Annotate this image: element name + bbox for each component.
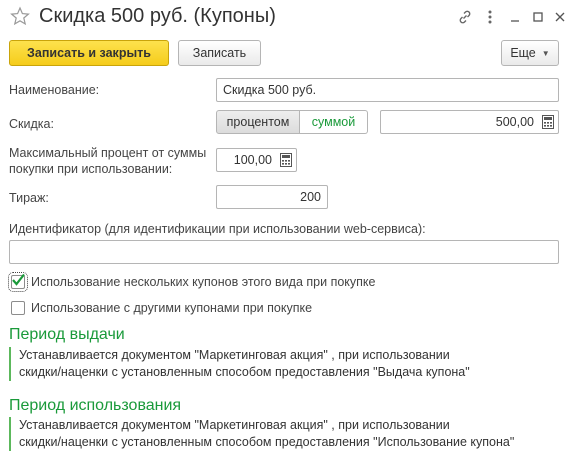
discount-percent-toggle[interactable]: процентом (216, 110, 300, 134)
usage-period-note: Устанавливается документом "Маркетингова… (9, 417, 569, 451)
more-button[interactable]: Еще ▼ (501, 40, 559, 66)
more-button-label: Еще (510, 46, 536, 60)
max-percent-label-line1: Максимальный процент от суммы (9, 146, 207, 160)
issue-period-line1: Устанавливается документом "Маркетингова… (19, 348, 450, 362)
checkmark-icon (12, 273, 25, 286)
circulation-input[interactable] (216, 185, 328, 209)
calculator-icon[interactable] (277, 149, 295, 171)
issue-period-title: Период выдачи (9, 326, 125, 343)
max-percent-label-line2: покупки при использовании: (9, 162, 173, 176)
discount-label: Скидка: (9, 117, 54, 131)
usage-period-title: Период использования (9, 397, 182, 414)
name-input[interactable] (216, 78, 559, 102)
save-and-close-button[interactable]: Записать и закрыть (9, 40, 169, 66)
close-icon[interactable] (550, 7, 570, 27)
window-title: Скидка 500 руб. (Купоны) (39, 5, 276, 27)
other-coupons-label[interactable]: Использование с другими купонами при пок… (31, 301, 312, 316)
multiple-coupons-checkbox[interactable] (8, 272, 28, 292)
issue-period-note: Устанавливается документом "Маркетингова… (9, 347, 569, 381)
other-coupons-checkbox[interactable] (11, 301, 25, 315)
issue-period-line2: скидки/наценки с установленным способом … (19, 365, 470, 379)
calculator-icon[interactable] (539, 111, 557, 133)
identifier-label: Идентификатор (для идентификации при исп… (9, 222, 426, 236)
save-button[interactable]: Записать (178, 40, 261, 66)
link-icon[interactable] (455, 7, 475, 27)
maximize-icon[interactable] (528, 7, 548, 27)
chevron-down-icon: ▼ (541, 48, 550, 58)
identifier-input[interactable] (9, 240, 559, 264)
usage-period-line1: Устанавливается документом "Маркетингова… (19, 418, 450, 432)
more-vertical-icon[interactable] (480, 7, 500, 27)
minimize-icon[interactable] (505, 7, 525, 27)
multiple-coupons-label[interactable]: Использование нескольких купонов этого в… (31, 275, 376, 290)
usage-period-line2: скидки/наценки с установленным способом … (19, 435, 515, 449)
discount-sum-toggle[interactable]: суммой (300, 110, 368, 134)
name-label: Наименование: (9, 83, 100, 97)
circulation-label: Тираж: (9, 191, 49, 205)
discount-value-input[interactable] (380, 110, 559, 134)
star-icon[interactable] (10, 6, 30, 28)
